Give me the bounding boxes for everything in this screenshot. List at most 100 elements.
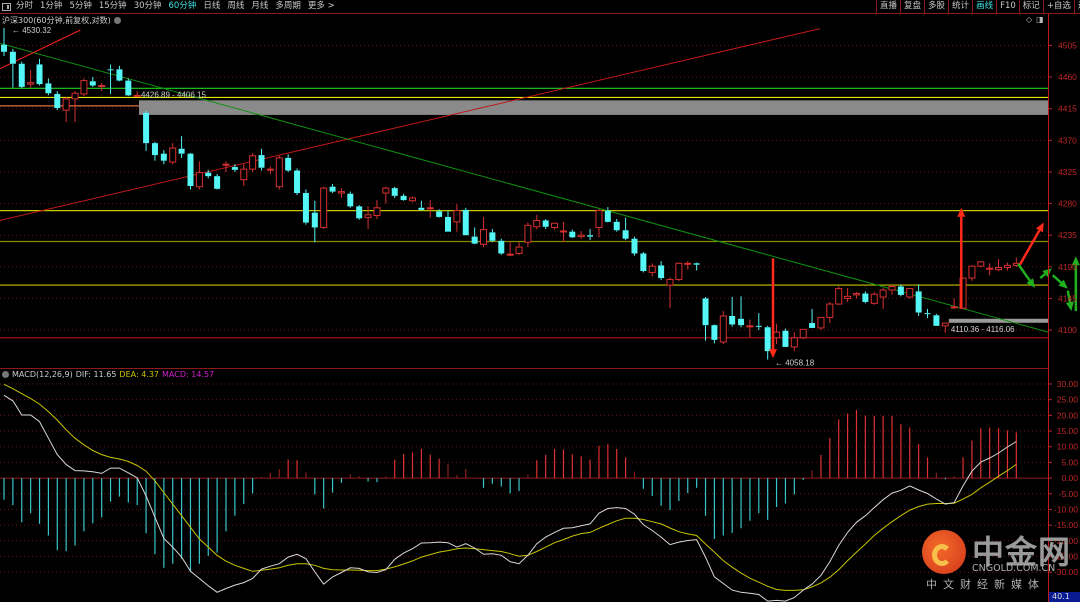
candle-body bbox=[231, 167, 238, 170]
candle bbox=[426, 200, 434, 218]
arrow bbox=[1039, 268, 1052, 280]
period-tab[interactable]: 日线 bbox=[203, 0, 220, 13]
price-tick-label: 4235 bbox=[1058, 230, 1077, 240]
candle bbox=[382, 186, 390, 204]
logo-sub: 中文财经新媒体 bbox=[926, 578, 1045, 591]
candle-body bbox=[924, 313, 931, 315]
indicator-settings-icon[interactable] bbox=[2, 371, 9, 378]
toolbar-button[interactable]: 画线 bbox=[972, 0, 996, 13]
period-tab[interactable]: 月线 bbox=[251, 0, 268, 13]
candle bbox=[36, 58, 43, 86]
candle-body bbox=[258, 155, 265, 168]
period-tab[interactable]: 15分钟 bbox=[99, 0, 127, 13]
period-tab[interactable]: 多周期 bbox=[275, 0, 301, 13]
toolbar-button[interactable]: 直播 bbox=[876, 0, 900, 13]
candle-body bbox=[640, 253, 647, 272]
candle bbox=[107, 64, 114, 94]
period-tab[interactable]: 分时 bbox=[16, 0, 33, 13]
candle bbox=[906, 287, 914, 299]
candle-body bbox=[817, 316, 825, 329]
macd-header: MACD(12,26,9) DIF: 11.65 DEA: 4.37 MACD:… bbox=[2, 370, 214, 379]
candle bbox=[790, 332, 798, 352]
toolbar-button[interactable]: 复盘 bbox=[900, 0, 924, 13]
candle-body bbox=[968, 265, 976, 279]
candle-body bbox=[9, 51, 16, 64]
panel-toggle-icon[interactable] bbox=[2, 2, 11, 11]
arrow-drawings[interactable] bbox=[769, 207, 1080, 359]
macd-tick-label: 30.00 bbox=[1057, 379, 1079, 389]
candle bbox=[418, 200, 425, 211]
candle bbox=[915, 284, 922, 316]
candle-body bbox=[195, 172, 203, 188]
candle bbox=[45, 78, 52, 96]
toolbar-button[interactable]: 统计 bbox=[948, 0, 972, 13]
period-tab[interactable]: 1分钟 bbox=[40, 0, 62, 13]
period-tab[interactable]: 更多 > bbox=[308, 0, 335, 13]
candle-body bbox=[18, 63, 25, 87]
candle bbox=[71, 91, 79, 123]
arrow bbox=[1017, 263, 1035, 288]
candle-body bbox=[80, 80, 88, 95]
candle bbox=[347, 191, 354, 208]
toolbar-button[interactable]: +自选 bbox=[1042, 0, 1074, 13]
dea-value: DEA: 4.37 bbox=[119, 370, 160, 379]
candle bbox=[702, 297, 709, 341]
window-icons: ◇ ◨ bbox=[1026, 15, 1044, 24]
candle bbox=[9, 48, 16, 88]
candle bbox=[587, 228, 594, 241]
price-zone-upper bbox=[138, 100, 1048, 115]
price-tick-label: 4280 bbox=[1058, 199, 1077, 209]
candle-body bbox=[125, 80, 132, 96]
candle bbox=[524, 222, 532, 248]
candlestick-series bbox=[1, 27, 1020, 360]
horizontal-drawing-lines[interactable] bbox=[0, 87, 1048, 339]
toolbar-button[interactable]: 返回 bbox=[1073, 0, 1080, 13]
trendline bbox=[0, 28, 821, 221]
candle-body bbox=[1, 44, 7, 52]
candle bbox=[169, 143, 177, 165]
layout-icon[interactable]: ◨ bbox=[1036, 15, 1044, 24]
period-tab[interactable]: 5分钟 bbox=[69, 0, 91, 13]
candle-body bbox=[888, 285, 896, 291]
price-tick-label: 4100 bbox=[1058, 325, 1077, 335]
toolbar-button[interactable]: F10 bbox=[996, 0, 1019, 13]
macd-tick-label: 20.00 bbox=[1057, 410, 1079, 420]
chart-canvas[interactable]: ← 4530.32 ← 4058.18 4426.89 - 4406.15 4110.… bbox=[0, 0, 1080, 602]
period-tab[interactable]: 周线 bbox=[227, 0, 244, 13]
candle-body bbox=[906, 288, 914, 298]
candle-body bbox=[755, 325, 762, 327]
toolbar-button[interactable]: 多股 bbox=[924, 0, 948, 13]
candle-body bbox=[764, 327, 771, 352]
arrow-shaft bbox=[1018, 229, 1041, 266]
candle-body bbox=[551, 222, 559, 228]
candle-body bbox=[977, 261, 985, 267]
cngold-logo: 中金网 CNGOLD.COM.CN 中文财经新媒体 bbox=[922, 525, 1077, 595]
title-dropdown-icon[interactable] bbox=[113, 17, 121, 24]
candle-body bbox=[480, 229, 488, 245]
candle bbox=[746, 319, 754, 338]
candle-body bbox=[373, 207, 381, 217]
toolbar-button[interactable]: 标记 bbox=[1018, 0, 1043, 13]
candle-body bbox=[400, 195, 407, 201]
candle-body bbox=[941, 322, 949, 327]
candle bbox=[684, 261, 692, 270]
candle-body bbox=[577, 234, 585, 238]
price-tick-label: 4505 bbox=[1058, 40, 1077, 50]
diamond-icon[interactable]: ◇ bbox=[1026, 15, 1032, 24]
period-tab[interactable]: 60分钟 bbox=[169, 0, 197, 13]
candle-body bbox=[133, 94, 141, 97]
candle bbox=[595, 209, 603, 238]
candle-body bbox=[782, 330, 789, 347]
candle-body bbox=[879, 289, 887, 298]
candle bbox=[89, 77, 96, 87]
candle bbox=[480, 216, 488, 248]
candle bbox=[648, 263, 656, 277]
price-zone-lower bbox=[948, 318, 1048, 323]
macd-value: MACD: 14.57 bbox=[162, 370, 215, 379]
period-tab[interactable]: 30分钟 bbox=[134, 0, 162, 13]
candle bbox=[738, 296, 745, 328]
price-tick-label: 4460 bbox=[1058, 72, 1077, 82]
candle-body bbox=[45, 83, 52, 94]
candle bbox=[879, 287, 887, 309]
candle bbox=[852, 292, 860, 299]
